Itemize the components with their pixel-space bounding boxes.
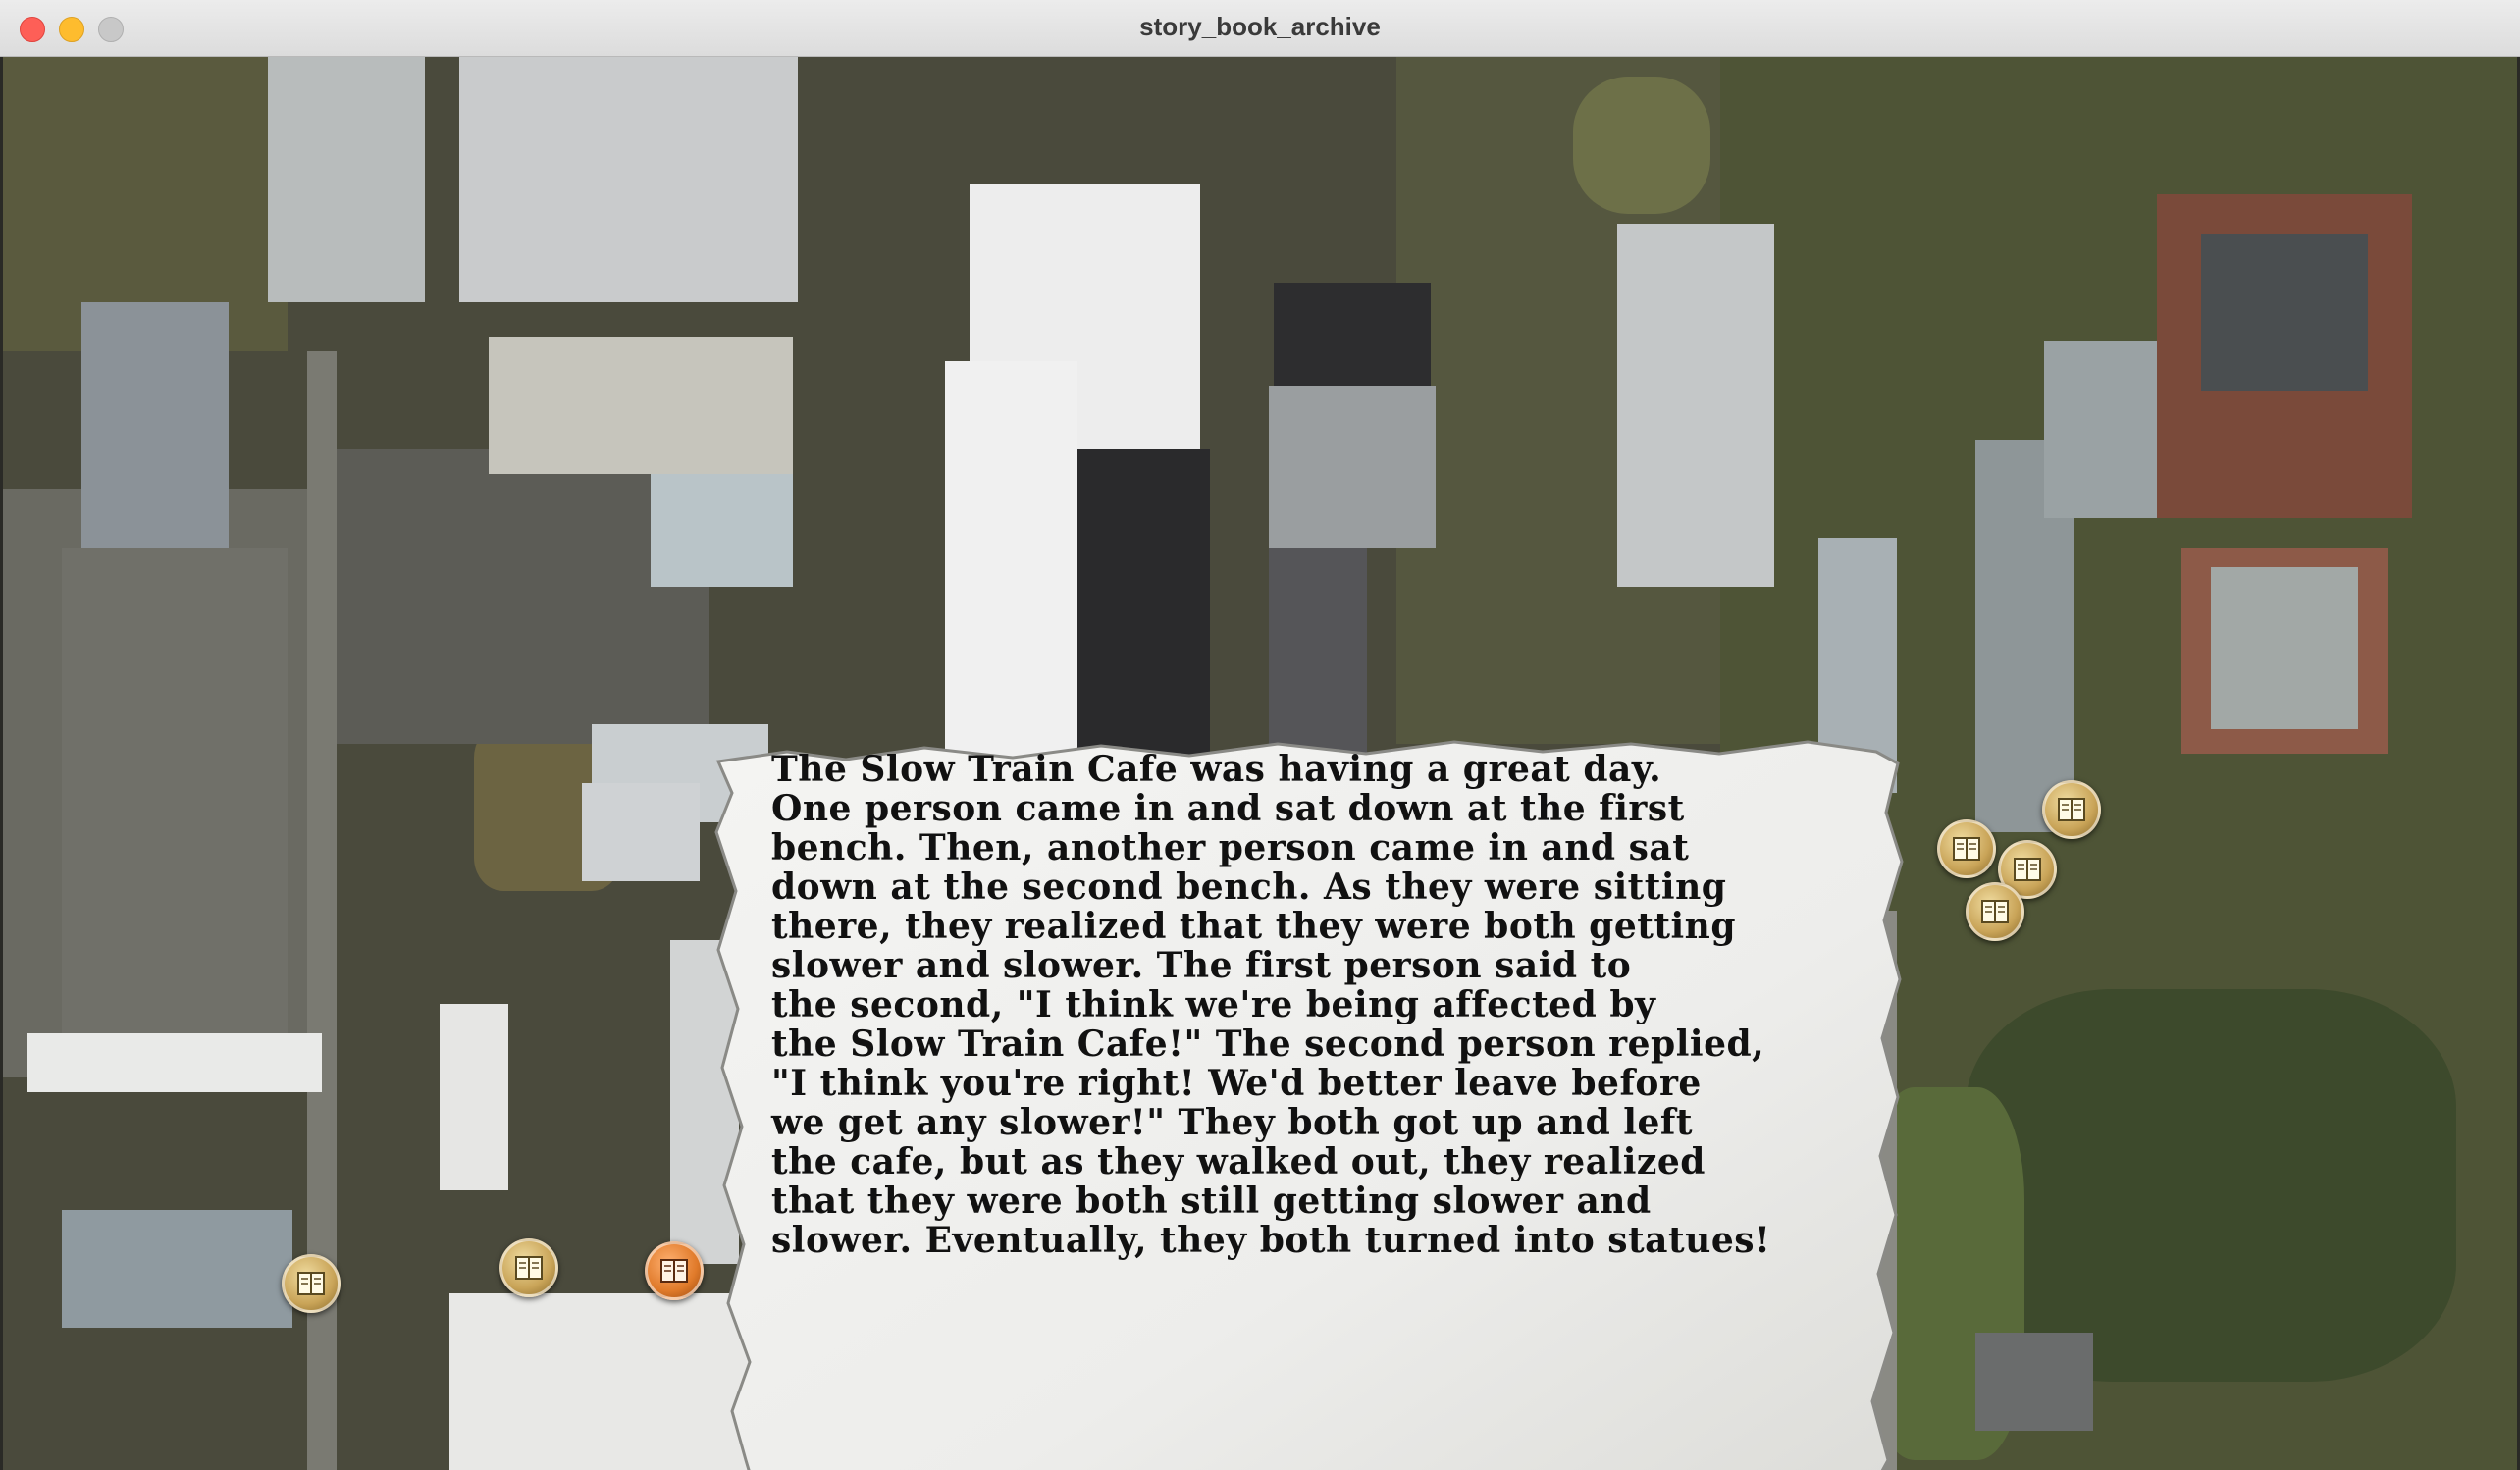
book-icon (297, 1272, 325, 1295)
book-icon (660, 1259, 688, 1283)
story-marker-active[interactable] (645, 1241, 704, 1300)
window-title: story_book_archive (1139, 12, 1381, 41)
story-text: The Slow Train Cafe was having a great d… (771, 749, 1771, 1261)
book-icon (1981, 900, 2009, 923)
story-marker[interactable] (1966, 882, 2024, 941)
book-icon (515, 1256, 543, 1280)
book-icon (2014, 858, 2041, 881)
story-marker[interactable] (499, 1238, 558, 1297)
book-icon (1953, 837, 1980, 861)
story-marker[interactable] (1937, 819, 1996, 878)
story-marker[interactable] (2042, 780, 2101, 839)
app-window: story_book_archive The Slow Train Cafe w… (0, 0, 2520, 1470)
book-icon (2058, 798, 2085, 821)
story-marker[interactable] (282, 1254, 341, 1313)
title-bar: story_book_archive (0, 0, 2520, 57)
